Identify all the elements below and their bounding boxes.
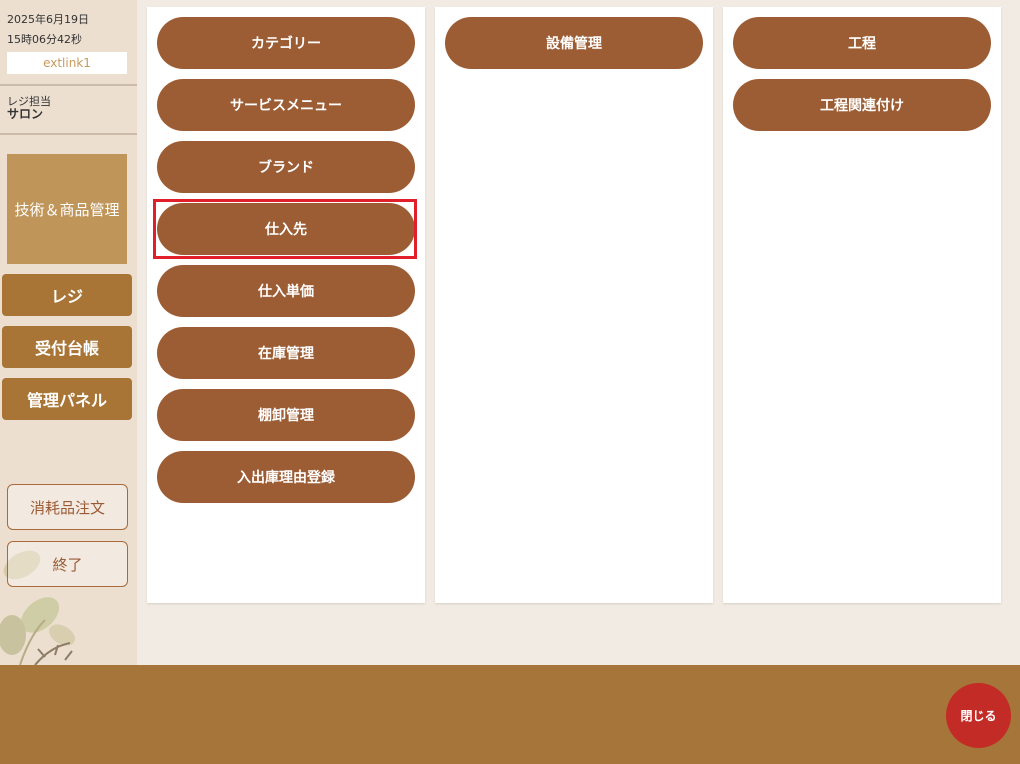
divider [0, 84, 137, 86]
exit-button[interactable]: 終了 [7, 541, 128, 587]
menu-panel-products: カテゴリー サービスメニュー ブランド 仕入先 仕入単価 在庫管理 棚卸管理 入… [147, 7, 425, 603]
date-label: 2025年6月19日 [7, 13, 89, 26]
stock-reason-button[interactable]: 入出庫理由登録 [157, 451, 415, 503]
sidebar-item-reception-ledger[interactable]: 受付台帳 [2, 326, 132, 368]
inventory-management-button[interactable]: 在庫管理 [157, 327, 415, 379]
purchase-price-button[interactable]: 仕入単価 [157, 265, 415, 317]
selection-highlight [153, 199, 417, 259]
stocktaking-button[interactable]: 棚卸管理 [157, 389, 415, 441]
process-link-button[interactable]: 工程関連付け [733, 79, 991, 131]
consumables-order-button[interactable]: 消耗品注文 [7, 484, 128, 530]
sidebar: 2025年6月19日 15時06分42秒 extlink1 レジ担当 サロン 技… [0, 0, 137, 665]
brand-button[interactable]: ブランド [157, 141, 415, 193]
role-info: レジ担当 サロン [7, 96, 51, 121]
divider [0, 133, 137, 135]
close-button[interactable]: 閉じる [946, 683, 1011, 748]
menu-panel-process: 工程 工程関連付け [723, 7, 1001, 603]
menu-panel-equipment: 設備管理 [435, 7, 713, 603]
footer-bar [0, 665, 1020, 764]
datetime: 2025年6月19日 15時06分42秒 [7, 10, 89, 50]
equipment-management-button[interactable]: 設備管理 [445, 17, 703, 69]
sidebar-item-admin-panel[interactable]: 管理パネル [2, 378, 132, 420]
process-button[interactable]: 工程 [733, 17, 991, 69]
extlink-label[interactable]: extlink1 [7, 52, 127, 74]
role-name: サロン [7, 107, 44, 121]
service-menu-button[interactable]: サービスメニュー [157, 79, 415, 131]
time-label: 15時06分42秒 [7, 33, 82, 46]
sidebar-item-register[interactable]: レジ [2, 274, 132, 316]
sidebar-item-product-management[interactable]: 技術＆商品管理 [7, 154, 127, 264]
category-button[interactable]: カテゴリー [157, 17, 415, 69]
